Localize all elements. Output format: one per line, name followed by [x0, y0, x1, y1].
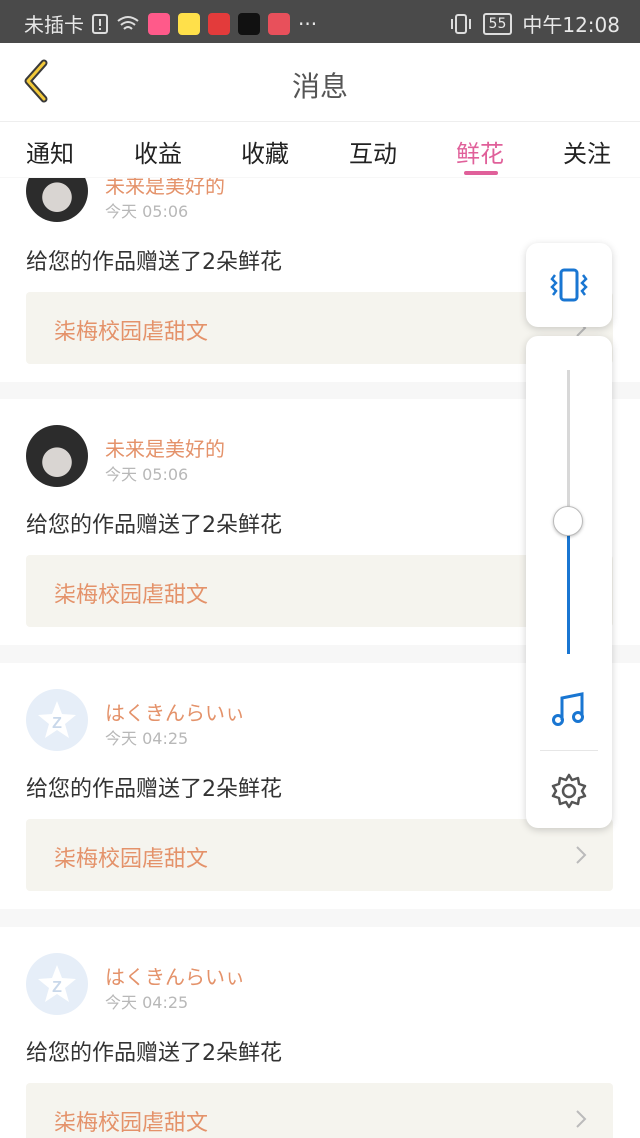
- username[interactable]: 未来是美好的: [105, 178, 225, 199]
- reader-icon: [268, 12, 290, 35]
- list-item[interactable]: Z はくきんらいぃ 今天 04:25 给您的作品赠送了2朵鲜花 柒梅校园虐甜文: [0, 927, 640, 1138]
- default-avatar-icon: Z: [38, 965, 76, 1002]
- message-text: 给您的作品赠送了2朵鲜花: [26, 1041, 282, 1066]
- carrier-text: 未插卡: [24, 13, 84, 37]
- work-title: 柒梅校园虐甜文: [54, 583, 209, 608]
- app-icon-2: [178, 12, 200, 35]
- work-link[interactable]: 柒梅校园虐甜文: [26, 292, 613, 364]
- tab-earnings[interactable]: 收益: [134, 134, 182, 169]
- work-title: 柒梅校园虐甜文: [54, 847, 209, 872]
- work-link[interactable]: 柒梅校园虐甜文: [26, 819, 613, 891]
- message-text: 给您的作品赠送了2朵鲜花: [26, 250, 282, 275]
- vibrate-icon: [450, 13, 471, 34]
- wifi-icon: [117, 15, 139, 30]
- avatar[interactable]: Z: [26, 953, 88, 1015]
- username[interactable]: はくきんらいぃ: [105, 697, 245, 726]
- tab-interaction[interactable]: 互动: [349, 134, 397, 169]
- username[interactable]: はくきんらいぃ: [105, 961, 245, 990]
- avatar[interactable]: Z: [26, 689, 88, 751]
- panel-divider: [540, 750, 598, 751]
- more-notifications: ···: [298, 11, 318, 36]
- avatar[interactable]: [26, 178, 88, 222]
- tab-favorites[interactable]: 收藏: [241, 134, 289, 169]
- status-bar: 未插卡 ··· 55 中午12:08: [0, 0, 640, 43]
- timestamp: 今天 04:25: [105, 993, 189, 1012]
- volume-track-empty: [567, 370, 570, 520]
- message-text: 给您的作品赠送了2朵鲜花: [26, 777, 282, 802]
- work-title: 柒梅校园虐甜文: [54, 320, 209, 345]
- tiktok-icon: [238, 12, 260, 35]
- settings-gear-icon[interactable]: [550, 772, 588, 810]
- page-title: 消息: [291, 70, 348, 103]
- timestamp: 今天 05:06: [105, 465, 189, 484]
- timestamp: 今天 05:06: [105, 202, 189, 221]
- app-icon-3: [208, 12, 230, 35]
- volume-track-filled: [567, 520, 570, 654]
- category-tabs: 通知 收益 收藏 互动 鲜花 关注: [0, 121, 640, 177]
- active-tab-indicator: [464, 171, 498, 175]
- vibrate-mode-icon: [550, 268, 588, 302]
- message-text: 给您的作品赠送了2朵鲜花: [26, 513, 282, 538]
- ringer-mode-button[interactable]: [526, 243, 612, 327]
- default-avatar-icon: Z: [38, 701, 76, 738]
- battery-level: 55: [482, 12, 513, 35]
- work-link[interactable]: 柒梅校园虐甜文: [26, 1083, 613, 1138]
- chevron-right-icon: [576, 846, 587, 864]
- music-note-icon[interactable]: [551, 692, 587, 728]
- tab-notice[interactable]: 通知: [26, 134, 74, 169]
- svg-text:Z: Z: [52, 979, 62, 996]
- sim-alert-icon: [92, 13, 108, 34]
- volume-slider-thumb[interactable]: [553, 506, 583, 536]
- tab-flowers[interactable]: 鲜花: [456, 134, 504, 169]
- chevron-right-icon: [576, 1110, 587, 1128]
- work-title: 柒梅校园虐甜文: [54, 1111, 209, 1136]
- work-link[interactable]: 柒梅校园虐甜文: [26, 555, 613, 627]
- nav-bar: 消息: [0, 43, 640, 121]
- avatar[interactable]: [26, 425, 88, 487]
- app-icon-1: [148, 12, 170, 35]
- timestamp: 今天 04:25: [105, 729, 189, 748]
- tab-following[interactable]: 关注: [563, 134, 611, 169]
- volume-panel: [526, 336, 612, 828]
- svg-text:Z: Z: [52, 715, 62, 732]
- clock: 中午12:08: [522, 13, 620, 37]
- username[interactable]: 未来是美好的: [105, 433, 225, 462]
